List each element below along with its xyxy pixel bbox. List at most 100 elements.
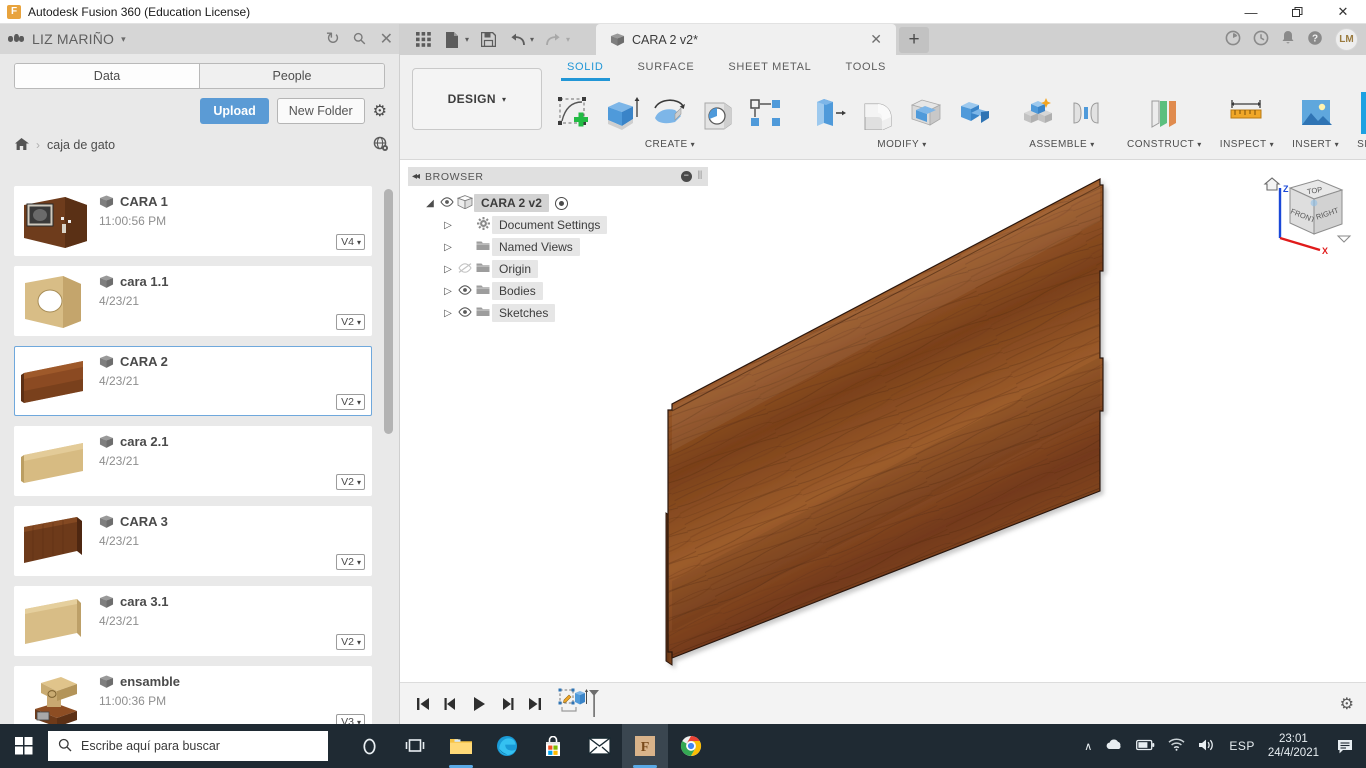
browser-tree-node[interactable]: ▷ Document Settings bbox=[408, 214, 708, 236]
press-pull-icon[interactable] bbox=[807, 88, 853, 138]
version-badge[interactable]: V2 ▾ bbox=[336, 474, 365, 490]
new-tab-button[interactable]: + bbox=[899, 27, 929, 53]
exp-collapse-icon[interactable]: ▷ bbox=[440, 220, 456, 231]
3d-viewport[interactable]: ◂◂ BROWSER − ⦀ ◢ CARA 2 v2 ▷ Document Se… bbox=[400, 161, 1366, 724]
collapse-browser-icon[interactable]: ◂◂ bbox=[412, 171, 420, 182]
file-list-item[interactable]: ensamble 11:00:36 PM V3 ▾ bbox=[14, 666, 372, 724]
history-clock-icon[interactable] bbox=[1253, 30, 1269, 50]
browser-resize-grip[interactable]: ⦀ bbox=[698, 170, 703, 183]
search-icon[interactable]: ⚲ bbox=[349, 28, 371, 50]
exp-collapse-icon[interactable]: ▷ bbox=[440, 286, 456, 297]
workspace-switcher[interactable]: DESIGN ▾ bbox=[412, 68, 542, 130]
version-badge[interactable]: V2 ▾ bbox=[336, 314, 365, 330]
version-badge[interactable]: V2 ▾ bbox=[336, 554, 365, 570]
file-list-item[interactable]: cara 1.1 4/23/21 V2 ▾ bbox=[14, 266, 372, 336]
file-list-scrollbar[interactable] bbox=[384, 188, 393, 722]
cortana-icon[interactable] bbox=[346, 724, 392, 768]
visibility-eye-icon[interactable] bbox=[456, 306, 474, 320]
browser-tree-node[interactable]: ▷ Origin bbox=[408, 258, 708, 280]
scrollbar-thumb[interactable] bbox=[384, 189, 393, 434]
ribbon-group-insert-label[interactable]: INSERT ▾ bbox=[1292, 139, 1339, 150]
ribbon-group-construct-label[interactable]: CONSTRUCT ▾ bbox=[1127, 139, 1202, 150]
visibility-eye-off-icon[interactable] bbox=[456, 262, 474, 276]
redo-icon[interactable] bbox=[540, 27, 566, 53]
new-document-icon[interactable] bbox=[439, 27, 465, 53]
volume-icon[interactable] bbox=[1198, 738, 1216, 755]
close-button[interactable]: ✕ bbox=[1320, 0, 1366, 24]
mail-icon[interactable] bbox=[576, 724, 622, 768]
close-document-icon[interactable]: ✕ bbox=[862, 31, 890, 48]
timeline-feature-marker[interactable] bbox=[558, 687, 604, 721]
start-button-icon[interactable] bbox=[0, 724, 48, 768]
upload-button[interactable]: Upload bbox=[200, 98, 269, 124]
app-grid-icon[interactable] bbox=[410, 27, 436, 53]
measure-icon[interactable] bbox=[1224, 88, 1270, 138]
tab-people[interactable]: People bbox=[199, 64, 384, 88]
file-list-item[interactable]: cara 2.1 4/23/21 V2 ▾ bbox=[14, 426, 372, 496]
minimize-button[interactable]: — bbox=[1228, 0, 1274, 24]
browser-tree-node[interactable]: ◢ CARA 2 v2 bbox=[408, 192, 708, 214]
user-avatar[interactable]: LM bbox=[1335, 28, 1358, 51]
ribbon-tab-solid[interactable]: SOLID bbox=[550, 55, 621, 80]
pattern-icon[interactable] bbox=[743, 88, 789, 138]
undo-caret[interactable]: ▾ bbox=[530, 35, 534, 44]
refresh-icon[interactable]: ↻ bbox=[326, 29, 340, 49]
edge-icon[interactable] bbox=[484, 724, 530, 768]
exp-collapse-icon[interactable]: ▷ bbox=[440, 264, 456, 275]
exp-collapse-icon[interactable]: ▷ bbox=[440, 308, 456, 319]
shell-icon[interactable] bbox=[903, 88, 949, 138]
document-tab[interactable]: CARA 2 v2* ✕ bbox=[596, 24, 896, 55]
undo-icon[interactable] bbox=[504, 27, 530, 53]
ribbon-tab-sheet-metal[interactable]: SHEET METAL bbox=[711, 55, 828, 80]
job-status-icon[interactable] bbox=[1225, 30, 1241, 50]
new-document-caret[interactable]: ▾ bbox=[465, 35, 469, 44]
restore-button[interactable] bbox=[1274, 0, 1320, 24]
visibility-eye-icon[interactable] bbox=[456, 284, 474, 298]
ribbon-group-inspect-label[interactable]: INSPECT ▾ bbox=[1220, 139, 1274, 150]
language-indicator[interactable]: ESP bbox=[1229, 739, 1255, 753]
jump-start-icon[interactable] bbox=[410, 691, 436, 717]
step-forward-icon[interactable] bbox=[494, 691, 520, 717]
jump-end-icon[interactable] bbox=[522, 691, 548, 717]
task-view-icon[interactable] bbox=[392, 724, 438, 768]
play-icon[interactable] bbox=[466, 691, 492, 717]
joint-icon[interactable] bbox=[1063, 88, 1109, 138]
battery-icon[interactable] bbox=[1136, 739, 1155, 754]
help-icon[interactable]: ? bbox=[1307, 30, 1323, 50]
file-explorer-icon[interactable] bbox=[438, 724, 484, 768]
version-badge[interactable]: V2 ▾ bbox=[336, 634, 365, 650]
insert-image-icon[interactable] bbox=[1293, 88, 1339, 138]
create-sketch-icon[interactable] bbox=[551, 88, 597, 138]
file-list-item[interactable]: CARA 3 4/23/21 V2 ▾ bbox=[14, 506, 372, 576]
gear-icon[interactable]: ⚙ bbox=[373, 101, 387, 121]
ribbon-group-assemble-label[interactable]: ASSEMBLE ▾ bbox=[1029, 139, 1094, 150]
file-list[interactable]: CARA 1 11:00:56 PM V4 ▾ cara 1.1 4/23/21 … bbox=[0, 186, 400, 724]
taskbar-search-box[interactable]: Escribe aquí para buscar bbox=[48, 731, 328, 761]
wifi-icon[interactable] bbox=[1168, 738, 1185, 754]
team-name[interactable]: LIZ MARIÑO bbox=[32, 31, 114, 47]
tray-expand-icon[interactable]: ∧ bbox=[1084, 740, 1092, 753]
exp-collapse-icon[interactable]: ▷ bbox=[440, 242, 456, 253]
breadcrumb-folder[interactable]: caja de gato bbox=[47, 138, 115, 152]
timeline-settings-icon[interactable]: ⚙ bbox=[1340, 694, 1354, 714]
onedrive-icon[interactable] bbox=[1105, 738, 1123, 754]
file-list-item[interactable]: cara 3.1 4/23/21 V2 ▾ bbox=[14, 586, 372, 656]
file-list-item[interactable]: CARA 1 11:00:56 PM V4 ▾ bbox=[14, 186, 372, 256]
version-badge[interactable]: V2 ▾ bbox=[336, 394, 365, 410]
version-badge[interactable]: V3 ▾ bbox=[336, 714, 365, 724]
exp-collapse-icon[interactable]: ◢ bbox=[422, 198, 438, 209]
visibility-eye-icon[interactable] bbox=[438, 196, 456, 210]
step-back-icon[interactable] bbox=[438, 691, 464, 717]
new-folder-button[interactable]: New Folder bbox=[276, 98, 365, 124]
ribbon-group-select-label[interactable]: SELECT▾ bbox=[1357, 139, 1366, 150]
save-icon[interactable] bbox=[475, 27, 501, 53]
globe-icon[interactable] bbox=[373, 136, 389, 155]
browser-minimize-icon[interactable]: − bbox=[681, 171, 692, 182]
browser-tree-node[interactable]: ▷ Bodies bbox=[408, 280, 708, 302]
redo-caret[interactable]: ▾ bbox=[566, 35, 570, 44]
browser-tree[interactable]: ◢ CARA 2 v2 ▷ Document Settings ▷ Named … bbox=[408, 186, 708, 324]
taskbar-clock[interactable]: 23:01 24/4/2021 bbox=[1268, 732, 1319, 760]
ribbon-group-create-label[interactable]: CREATE ▾ bbox=[645, 139, 695, 150]
version-badge[interactable]: V4 ▾ bbox=[336, 234, 365, 250]
tab-data[interactable]: Data bbox=[15, 64, 199, 88]
